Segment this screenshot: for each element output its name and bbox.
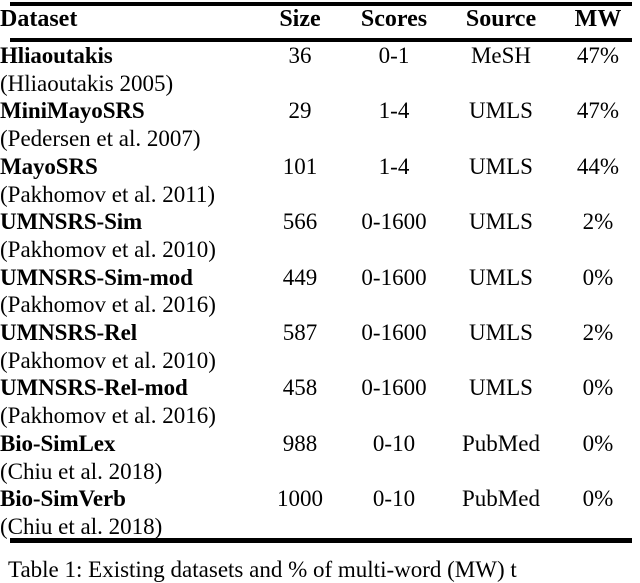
dataset-citation: (Pakhomov et al. 2010) <box>0 236 216 262</box>
cell-mw: 0% <box>582 264 614 290</box>
cell-scores: 0-1 <box>378 43 410 68</box>
cell-source: UMLS <box>469 209 533 235</box>
dataset-citation: (Pakhomov et al. 2011) <box>0 181 216 207</box>
table-row: MayoSRS (Pakhomov et al. 2011) 101 1-4 UMLS 4… <box>0 153 640 208</box>
cell-scores: 0-10 <box>372 430 416 456</box>
cell-size: 29 <box>288 98 312 124</box>
cell-mw: 44% <box>576 153 620 179</box>
cell-scores: 0-1600 <box>361 209 427 235</box>
cell-scores: 0-1600 <box>361 375 427 401</box>
cell-source: PubMed <box>462 486 540 512</box>
cell-dataset: UMNSRS-Rel-mod (Pakhomov et al. 2016) <box>0 374 258 429</box>
table-row: Bio-SimVerb (Chiu et al. 2018) 1000 0-10 Pub… <box>0 485 640 540</box>
cell-dataset: MayoSRS (Pakhomov et al. 2011) <box>0 153 258 208</box>
cell-dataset: UMNSRS-Rel (Pakhomov et al. 2010) <box>0 319 258 374</box>
dataset-name: Bio-SimVerb <box>0 486 126 512</box>
cell-source: UMLS <box>469 153 533 179</box>
table-row: UMNSRS-Sim (Pakhomov et al. 2010) 566 0-160… <box>0 208 640 263</box>
dataset-name: UMNSRS-Rel-mod <box>0 375 188 401</box>
cell-mw: 47% <box>576 43 620 68</box>
dataset-name: Hliaoutakis <box>0 43 113 68</box>
cell-source: UMLS <box>469 375 533 401</box>
dataset-name: MiniMayoSRS <box>0 98 145 124</box>
table-figure-page: Dataset Size Scores Source MW Hliaoutaki… <box>0 0 640 582</box>
dataset-name: UMNSRS-Sim-mod <box>0 264 193 290</box>
cell-size: 449 <box>282 264 318 290</box>
cell-size: 1000 <box>277 486 323 512</box>
table-row: UMNSRS-Rel-mod (Pakhomov et al. 2016) 458 0… <box>0 374 640 429</box>
cell-scores: 0-10 <box>372 486 416 512</box>
table-row: Bio-SimLex (Chiu et al. 2018) 988 0-10 PubMe… <box>0 430 640 485</box>
cell-scores: 0-1600 <box>361 264 427 290</box>
column-header-mw: MW <box>574 6 622 32</box>
table-row: Hliaoutakis (Hliaoutakis 2005) 36 0-1 MeSH 47… <box>0 38 640 97</box>
cell-dataset: MiniMayoSRS (Pedersen et al. 2007) <box>0 97 258 152</box>
cell-size: 101 <box>282 153 318 179</box>
cell-scores: 1-4 <box>378 153 410 179</box>
dataset-citation: (Chiu et al. 2018) <box>0 513 163 539</box>
cell-scores: 0-1600 <box>361 320 427 346</box>
cell-source: UMLS <box>469 264 533 290</box>
dataset-citation: (Hliaoutakis 2005) <box>0 70 174 96</box>
cell-dataset: Bio-SimLex (Chiu et al. 2018) <box>0 430 258 485</box>
dataset-citation: (Pakhomov et al. 2010) <box>0 347 216 373</box>
cell-mw: 2% <box>582 320 614 346</box>
datasets-table: Dataset Size Scores Source MW Hliaoutaki… <box>0 0 640 541</box>
column-header-size: Size <box>279 6 321 32</box>
table-header-row: Dataset Size Scores Source MW <box>0 0 640 38</box>
column-header-dataset: Dataset <box>0 6 78 32</box>
dataset-name: MayoSRS <box>0 153 98 179</box>
dataset-name: UMNSRS-Rel <box>0 320 137 346</box>
cell-mw: 0% <box>582 430 614 456</box>
cell-size: 566 <box>282 209 318 235</box>
dataset-citation: (Pakhomov et al. 2016) <box>0 292 216 318</box>
cell-source: UMLS <box>469 320 533 346</box>
dataset-citation: (Pakhomov et al. 2016) <box>0 403 216 429</box>
table-row: UMNSRS-Sim-mod (Pakhomov et al. 2016) 449 0… <box>0 264 640 319</box>
dataset-citation: (Chiu et al. 2018) <box>0 458 163 484</box>
cell-scores: 1-4 <box>378 98 410 124</box>
cell-source: MeSH <box>470 43 532 68</box>
table-header: Dataset Size Scores Source MW <box>0 0 640 38</box>
cell-mw: 2% <box>582 209 614 235</box>
cell-size: 36 <box>288 43 312 68</box>
table-row: MiniMayoSRS (Pedersen et al. 2007) 29 1-4 UM… <box>0 97 640 152</box>
cell-source: PubMed <box>462 430 540 456</box>
cell-mw: 0% <box>582 375 614 401</box>
dataset-citation: (Pedersen et al. 2007) <box>0 126 201 152</box>
cell-size: 458 <box>282 375 318 401</box>
table-body: Hliaoutakis (Hliaoutakis 2005) 36 0-1 MeSH 47… <box>0 38 640 541</box>
dataset-name: UMNSRS-Sim <box>0 209 143 235</box>
cell-size: 587 <box>282 320 318 346</box>
cell-mw: 0% <box>582 486 614 512</box>
cell-dataset: UMNSRS-Sim-mod (Pakhomov et al. 2016) <box>0 264 258 319</box>
table-row: UMNSRS-Rel (Pakhomov et al. 2010) 587 0-160… <box>0 319 640 374</box>
cell-source: UMLS <box>469 98 533 124</box>
column-header-scores: Scores <box>360 6 428 32</box>
cell-size: 988 <box>282 430 318 456</box>
cell-dataset: Hliaoutakis (Hliaoutakis 2005) <box>0 38 258 97</box>
cell-dataset: Bio-SimVerb (Chiu et al. 2018) <box>0 485 258 540</box>
dataset-name: Bio-SimLex <box>0 430 116 456</box>
cell-mw: 47% <box>576 98 620 124</box>
column-header-source: Source <box>465 6 537 32</box>
table-caption: Table 1: Existing datasets and % of mult… <box>8 557 517 582</box>
cell-dataset: UMNSRS-Sim (Pakhomov et al. 2010) <box>0 208 258 263</box>
